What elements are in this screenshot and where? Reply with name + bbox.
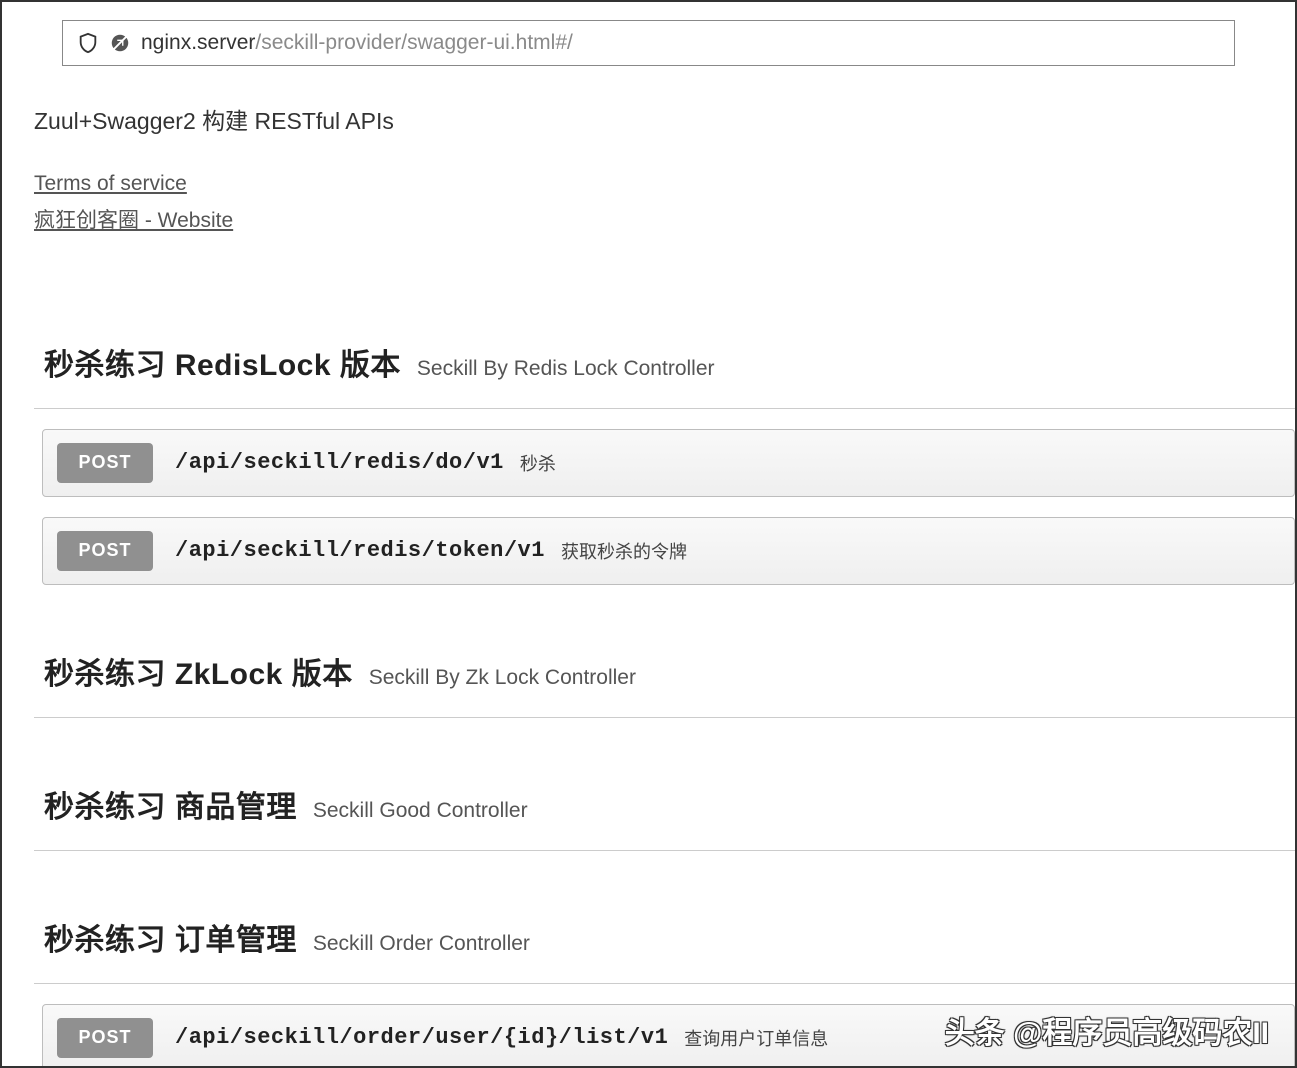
method-badge: POST — [57, 443, 153, 483]
section-header[interactable]: 秒杀练习 ZkLock 版本 Seckill By Zk Lock Control… — [34, 625, 1295, 718]
sections-container: 秒杀练习 RedisLock 版本 Seckill By Redis Lock C… — [34, 316, 1295, 1068]
permissions-icon[interactable] — [109, 32, 131, 54]
method-badge: POST — [57, 531, 153, 571]
section-desc: Seckill Order Controller — [313, 932, 530, 956]
section-header[interactable]: 秒杀练习 商品管理 Seckill Good Controller — [34, 758, 1295, 851]
section-block: 秒杀练习 商品管理 Seckill Good Controller — [34, 758, 1295, 851]
url-bar-container: nginx.server/seckill-provider/swagger-ui… — [2, 2, 1295, 72]
url-text: nginx.server/seckill-provider/swagger-ui… — [141, 31, 573, 55]
section-title: 秒杀练习 RedisLock 版本 — [44, 340, 401, 384]
method-badge: POST — [57, 1018, 153, 1058]
page-title: Zuul+Swagger2 构建 RESTful APIs — [34, 102, 1295, 136]
url-bar[interactable]: nginx.server/seckill-provider/swagger-ui… — [62, 20, 1235, 66]
endpoint-path: /api/seckill/order/user/{id}/list/v1 — [175, 1025, 668, 1050]
url-path: /seckill-provider/swagger-ui.html#/ — [255, 31, 572, 54]
endpoint-path: /api/seckill/redis/do/v1 — [175, 450, 504, 475]
section-header[interactable]: 秒杀练习 RedisLock 版本 Seckill By Redis Lock C… — [34, 316, 1295, 409]
endpoint-row[interactable]: POST/api/seckill/order/user/{id}/list/v1… — [42, 1004, 1295, 1068]
terms-link[interactable]: Terms of service — [34, 166, 187, 203]
endpoint-path: /api/seckill/redis/token/v1 — [175, 538, 545, 563]
website-link[interactable]: 疯狂创客圈 - Website — [34, 203, 233, 240]
page-body: Zuul+Swagger2 构建 RESTful APIs Terms of s… — [2, 72, 1295, 1068]
section-block: 秒杀练习 ZkLock 版本 Seckill By Zk Lock Control… — [34, 625, 1295, 718]
section-title: 秒杀练习 ZkLock 版本 — [44, 649, 353, 693]
header-links: Terms of service 疯狂创客圈 - Website — [34, 166, 1295, 240]
shield-icon — [77, 32, 99, 54]
section-header[interactable]: 秒杀练习 订单管理 Seckill Order Controller — [34, 891, 1295, 984]
section-desc: Seckill By Redis Lock Controller — [417, 357, 715, 381]
section-block: 秒杀练习 订单管理 Seckill Order Controller POST/ap… — [34, 891, 1295, 1068]
endpoint-desc: 秒杀 — [520, 450, 556, 476]
endpoint-row[interactable]: POST/api/seckill/redis/do/v1 秒杀 — [42, 429, 1295, 497]
endpoint-desc: 获取秒杀的令牌 — [561, 538, 687, 564]
section-desc: Seckill Good Controller — [313, 799, 528, 823]
section-title: 秒杀练习 商品管理 — [44, 782, 297, 826]
url-domain: nginx.server — [141, 31, 255, 54]
endpoint-desc: 查询用户订单信息 — [684, 1025, 828, 1051]
app-frame: nginx.server/seckill-provider/swagger-ui… — [0, 0, 1297, 1068]
section-title: 秒杀练习 订单管理 — [44, 915, 297, 959]
section-block: 秒杀练习 RedisLock 版本 Seckill By Redis Lock C… — [34, 316, 1295, 585]
section-desc: Seckill By Zk Lock Controller — [369, 666, 636, 690]
endpoint-row[interactable]: POST/api/seckill/redis/token/v1 获取秒杀的令牌 — [42, 517, 1295, 585]
